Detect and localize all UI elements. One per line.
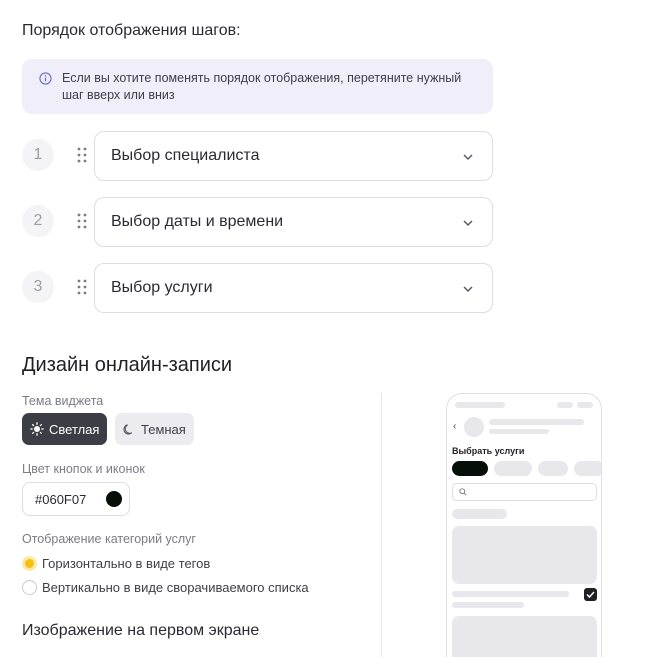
step-select-service[interactable]: Выбор услуги [94, 263, 493, 313]
radio-horizontal-tags[interactable]: Горизонтально в виде тегов [22, 556, 210, 571]
preview-tag [494, 461, 532, 476]
radio-label: Вертикально в виде сворачиваемого списка [42, 580, 309, 595]
categories-label: Отображение категорий услуг [22, 532, 196, 546]
theme-light-label: Светлая [49, 421, 100, 437]
step-label: Выбор услуги [111, 279, 213, 296]
radio-vertical-list[interactable]: Вертикально в виде сворачиваемого списка [22, 580, 309, 595]
drag-handle-icon[interactable] [76, 212, 88, 230]
step-number: 3 [22, 271, 54, 303]
color-input[interactable]: #060F07 [22, 482, 130, 516]
preview-placeholder [452, 602, 524, 608]
preview-tag [574, 461, 601, 476]
step-label: Выбор даты и времени [111, 213, 284, 230]
preview-avatar [464, 417, 484, 437]
step-number: 2 [22, 205, 54, 237]
radio-selected-icon[interactable] [22, 556, 37, 571]
step-select-specialist[interactable]: Выбор специалиста [94, 131, 493, 181]
drag-handle-icon[interactable] [76, 146, 88, 164]
preview-card [452, 616, 597, 657]
info-box: Если вы хотите поменять порядок отображе… [22, 59, 493, 114]
radio-label: Горизонтально в виде тегов [42, 556, 211, 571]
preview-tag-active [452, 461, 488, 476]
radio-unselected-icon[interactable] [22, 580, 37, 595]
preview-placeholder [489, 419, 584, 425]
design-title: Дизайн онлайн-записи [22, 354, 233, 376]
preview-card [452, 526, 597, 584]
chevron-down-icon [463, 220, 473, 227]
vertical-divider [381, 393, 382, 657]
preview-placeholder [452, 509, 507, 519]
theme-light-button[interactable]: Светлая [22, 413, 107, 445]
preview-placeholder [557, 402, 573, 408]
color-value: #060F07 [35, 491, 87, 507]
step-select-datetime[interactable]: Выбор даты и времени [94, 197, 493, 247]
chevron-down-icon [463, 154, 473, 161]
widget-preview: ‹ Выбрать услуги [446, 393, 602, 657]
preview-tag [538, 461, 568, 476]
preview-title: Выбрать услуги [452, 446, 525, 456]
image-section-title: Изображение на первом экране [22, 622, 260, 639]
info-text: Если вы хотите поменять порядок отображе… [62, 71, 462, 102]
step-label: Выбор специалиста [111, 147, 260, 164]
color-swatch[interactable] [106, 491, 122, 507]
preview-placeholder [577, 402, 593, 408]
preview-placeholder [455, 402, 505, 408]
theme-label: Тема виджета [22, 394, 104, 408]
step-number: 1 [22, 139, 54, 171]
search-icon [459, 488, 467, 496]
preview-placeholder [489, 429, 549, 434]
steps-title: Порядок отображения шагов: [22, 22, 241, 39]
theme-dark-label: Темная [141, 421, 186, 437]
theme-dark-button[interactable]: Темная [115, 413, 194, 445]
preview-check-icon [584, 588, 597, 601]
moon-icon [123, 423, 133, 435]
preview-placeholder [452, 591, 569, 597]
preview-search [452, 483, 597, 501]
color-label: Цвет кнопок и иконок [22, 462, 145, 476]
drag-handle-icon[interactable] [76, 278, 88, 296]
sun-icon [30, 422, 44, 436]
chevron-down-icon [463, 286, 473, 293]
back-icon: ‹ [453, 421, 457, 432]
info-icon [39, 72, 52, 85]
